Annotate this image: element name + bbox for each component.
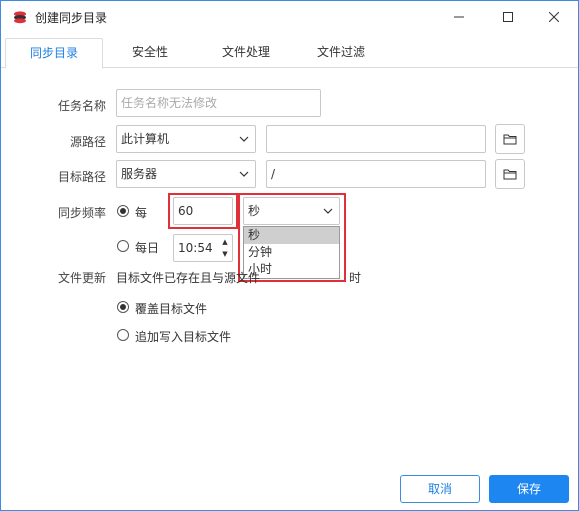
target-path-input[interactable]: / xyxy=(266,160,486,188)
source-path-label: 源路径 xyxy=(69,135,106,149)
browse-source-button[interactable] xyxy=(495,124,525,154)
daily-label: 每日 xyxy=(135,241,160,255)
close-icon xyxy=(549,12,559,22)
title-bar: 创建同步目录 xyxy=(1,1,578,33)
overwrite-label: 覆盖目标文件 xyxy=(135,302,208,316)
source-path-input[interactable] xyxy=(266,125,486,153)
daily-radio[interactable] xyxy=(117,240,129,252)
maximize-icon xyxy=(503,12,513,22)
every-radio[interactable] xyxy=(117,205,129,217)
target-path-label: 目标路径 xyxy=(57,170,106,184)
file-update-description: 目标文件已存在且与源文件 xyxy=(116,271,261,285)
task-name-label: 任务名称 xyxy=(57,99,106,113)
sync-frequency-label: 同步频率 xyxy=(57,206,106,220)
file-update-label: 文件更新 xyxy=(57,271,106,285)
daily-time-value: 10:54 xyxy=(178,241,213,255)
file-update-description-tail: 时 xyxy=(349,271,362,285)
dialog-window: 创建同步目录 同步目录 安全性 文件处理 文件过滤 任务名称 任务名称无法修改 … xyxy=(0,0,579,511)
every-value-input[interactable]: 60 xyxy=(173,197,233,225)
browse-target-button[interactable] xyxy=(495,159,525,189)
chevron-down-icon xyxy=(323,208,333,214)
source-type-select[interactable]: 此计算机 xyxy=(116,125,256,153)
tab-security[interactable]: 安全性 xyxy=(111,38,189,67)
folder-icon xyxy=(503,134,517,145)
append-label: 追加写入目标文件 xyxy=(135,330,232,344)
append-radio[interactable] xyxy=(117,329,129,341)
tab-bar: 同步目录 安全性 文件处理 文件过滤 xyxy=(1,33,578,69)
minimize-icon xyxy=(454,16,464,18)
tab-file-processing[interactable]: 文件处理 xyxy=(206,38,286,67)
cancel-button[interactable]: 取消 xyxy=(400,475,480,503)
chevron-down-icon xyxy=(239,171,249,177)
target-type-value: 服务器 xyxy=(121,167,158,181)
tab-file-filter[interactable]: 文件过滤 xyxy=(301,38,381,67)
unit-select-value: 秒 xyxy=(248,204,261,218)
target-type-select[interactable]: 服务器 xyxy=(116,160,256,188)
unit-option-second[interactable]: 秒 xyxy=(244,227,339,244)
task-name-input[interactable]: 任务名称无法修改 xyxy=(116,89,321,117)
spin-down-icon[interactable]: ▼ xyxy=(219,248,231,260)
chevron-down-icon xyxy=(239,136,249,142)
maximize-button[interactable] xyxy=(492,5,524,29)
close-button[interactable] xyxy=(538,5,570,29)
source-type-value: 此计算机 xyxy=(121,132,170,146)
tab-sync-directory[interactable]: 同步目录 xyxy=(5,38,103,69)
folder-icon xyxy=(503,169,517,180)
minimize-button[interactable] xyxy=(443,5,475,29)
save-button[interactable]: 保存 xyxy=(489,475,569,503)
daily-time-input[interactable]: 10:54 ▲ ▼ xyxy=(173,234,233,262)
overwrite-radio[interactable] xyxy=(117,301,129,313)
unit-select[interactable]: 秒 xyxy=(243,197,340,225)
app-logo-icon xyxy=(14,11,26,24)
unit-option-minute[interactable]: 分钟 xyxy=(244,244,339,261)
window-title: 创建同步目录 xyxy=(35,11,108,25)
every-label: 每 xyxy=(135,206,148,220)
